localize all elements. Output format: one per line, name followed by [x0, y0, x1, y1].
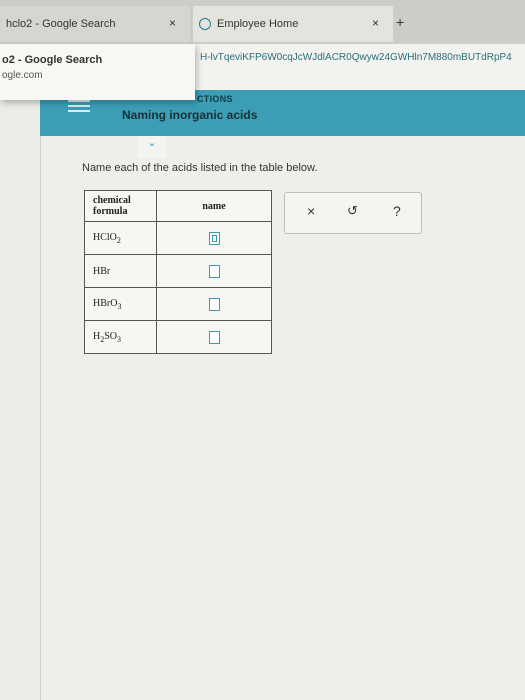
- clear-icon[interactable]: ×: [307, 203, 315, 219]
- tab-google-search[interactable]: hclo2 - Google Search ×: [0, 6, 190, 42]
- chevron-down-icon[interactable]: ⌄: [138, 136, 166, 158]
- answer-input[interactable]: [208, 231, 220, 245]
- answer-input[interactable]: [208, 264, 220, 278]
- new-tab-button[interactable]: +: [396, 14, 404, 30]
- formula-cell: HClO2: [84, 221, 157, 255]
- tab-employee-home[interactable]: Employee Home ×: [193, 6, 393, 42]
- name-cell: [156, 254, 272, 288]
- formula-cell: HBr: [84, 254, 157, 288]
- browser-window: hclo2 - Google Search × Employee Home × …: [0, 0, 525, 700]
- page-title: Naming inorganic acids: [122, 108, 258, 122]
- column-header-formula: chemical formula: [84, 190, 157, 222]
- close-icon[interactable]: ×: [372, 16, 379, 30]
- omnibox-suggestion[interactable]: o2 - Google Search ogle.com: [0, 44, 195, 100]
- answer-toolbox: × ↺ ?: [284, 192, 422, 234]
- formula-cell: H2SO3: [84, 320, 157, 354]
- section-label: CTIONS: [197, 94, 233, 104]
- answer-input[interactable]: [208, 297, 220, 311]
- undo-icon[interactable]: ↺: [347, 203, 358, 219]
- table-row: HBrO3: [84, 287, 272, 321]
- name-cell: [156, 287, 272, 321]
- table-header-row: chemical formula name: [84, 190, 272, 222]
- menu-icon[interactable]: [68, 100, 90, 115]
- table-row: HBr: [84, 254, 272, 288]
- globe-icon: [199, 18, 211, 30]
- table-row: HClO2: [84, 221, 272, 255]
- tab-strip: hclo2 - Google Search × Employee Home × …: [0, 0, 525, 44]
- suggestion-url: ogle.com: [2, 70, 43, 81]
- question-instruction: Name each of the acids listed in the tab…: [82, 162, 318, 174]
- name-cell: [156, 221, 272, 255]
- acids-table: chemical formula name HClO2 HBr HBrO3 H2…: [84, 190, 272, 354]
- help-icon[interactable]: ?: [393, 203, 401, 219]
- url-text[interactable]: H-lvTqeviKFP6W0cqJcWJdlACR0Qwyw24GWHln7M…: [200, 52, 525, 63]
- close-icon[interactable]: ×: [169, 16, 176, 30]
- name-cell: [156, 320, 272, 354]
- table-row: H2SO3: [84, 320, 272, 354]
- tab-label: hclo2 - Google Search: [6, 18, 116, 30]
- answer-input[interactable]: [208, 330, 220, 344]
- suggestion-title: o2 - Google Search: [2, 54, 103, 66]
- formula-cell: HBrO3: [84, 287, 157, 321]
- tab-label: Employee Home: [217, 18, 299, 30]
- column-header-name: name: [156, 190, 272, 222]
